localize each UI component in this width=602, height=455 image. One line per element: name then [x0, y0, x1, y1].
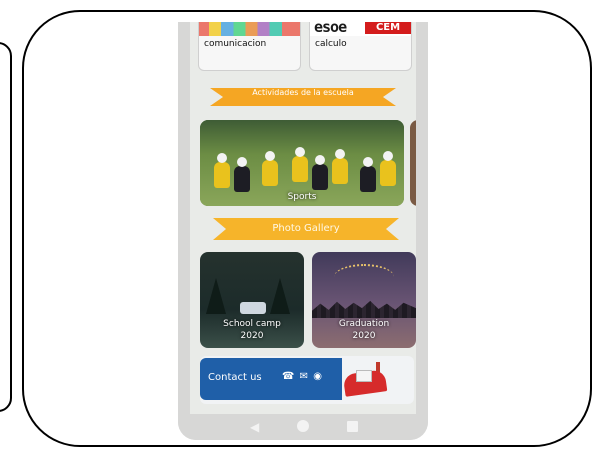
contact-icons: ☎ ✉ ◉ — [282, 371, 323, 382]
player-figure — [380, 151, 396, 186]
tent-shape — [240, 302, 266, 314]
gallery-year: 2020 — [352, 331, 376, 341]
subject-row: comunicacion esoe CEM calculo — [198, 22, 416, 72]
tree-shape — [270, 278, 290, 314]
android-nav-bar: ◀ — [178, 414, 428, 440]
next-activity-card-peek[interactable] — [410, 120, 416, 206]
player-figure — [292, 147, 308, 182]
gallery-card-graduation[interactable]: Graduation 2020 — [312, 252, 416, 348]
contact-panel: Contact us ☎ ✉ ◉ — [200, 358, 342, 400]
subject-thumbnail — [199, 22, 300, 36]
subject-card-calculo[interactable]: esoe CEM calculo — [309, 22, 412, 71]
subject-thumbnail: esoe CEM — [310, 22, 411, 36]
subject-label: calculo — [315, 39, 347, 49]
subject-card-comunicacion[interactable]: comunicacion — [198, 22, 301, 71]
back-icon[interactable]: ◀ — [250, 420, 259, 434]
player-figure — [360, 157, 376, 192]
gallery-title: School camp — [223, 319, 281, 329]
tree-shape — [206, 278, 226, 314]
player-figure — [214, 153, 230, 188]
activity-card-sports[interactable]: Sports — [200, 120, 404, 206]
gallery-label: Graduation 2020 — [312, 318, 416, 342]
home-icon[interactable] — [297, 420, 309, 432]
player-figure — [312, 155, 328, 190]
thumbnail-badge: CEM — [365, 22, 411, 34]
mailbox-icon — [336, 362, 394, 397]
player-figure — [234, 157, 250, 192]
app-screen: comunicacion esoe CEM calculo Actividade… — [190, 22, 416, 414]
gallery-ribbon-header: Photo Gallery — [213, 218, 399, 240]
contact-us-banner[interactable]: Contact us ☎ ✉ ◉ — [200, 356, 414, 404]
subject-label: comunicacion — [204, 39, 267, 49]
player-figure — [262, 151, 278, 186]
thumbnail-word: esoe — [314, 22, 347, 36]
gallery-label: School camp 2020 — [200, 318, 304, 342]
recent-apps-icon[interactable] — [347, 421, 358, 432]
contact-label: Contact us — [208, 372, 262, 383]
gallery-year: 2020 — [240, 331, 264, 341]
crowd-silhouette — [312, 300, 416, 318]
activity-label: Sports — [287, 192, 317, 202]
fireworks-shape — [334, 264, 394, 290]
gallery-title: Graduation — [338, 319, 390, 329]
phone-mockup: comunicacion esoe CEM calculo Actividade… — [178, 22, 428, 440]
gallery-card-school-camp[interactable]: School camp 2020 — [200, 252, 304, 348]
left-frame-border — [0, 42, 12, 412]
player-figure — [332, 149, 348, 184]
activities-ribbon-header: Actividades de la escuela — [210, 88, 396, 106]
